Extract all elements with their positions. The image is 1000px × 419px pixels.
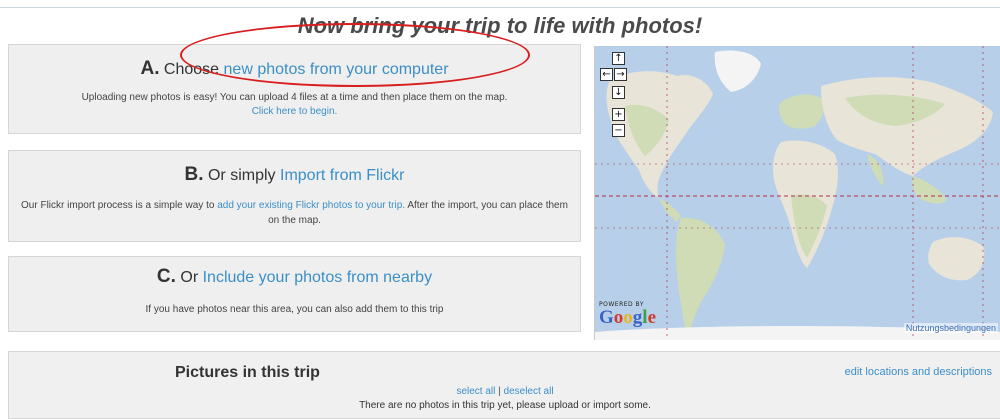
upload-description: Uploading new photos is easy! You can up… <box>9 90 580 119</box>
upload-heading-prefix: Choose <box>163 61 220 78</box>
google-logo: Google <box>599 307 656 328</box>
europe-landmass <box>778 94 824 129</box>
asia-landmass <box>821 77 993 176</box>
world-map[interactable]: ↑ ← → ↓ + − POWERED BY Google Nutzungsbe… <box>594 46 1000 340</box>
flickr-heading: B. Or simply Import from Flickr <box>9 163 580 188</box>
import-from-flickr-link[interactable]: Import from Flickr <box>280 167 404 184</box>
top-divider <box>0 7 1000 8</box>
selection-separator: | <box>498 386 501 397</box>
click-to-begin-link[interactable]: Click here to begin. <box>21 105 568 119</box>
option-letter-a: A. <box>140 58 160 79</box>
zoom-out-button[interactable]: − <box>612 124 625 137</box>
flickr-description: Our Flickr import process is a simple wa… <box>9 198 580 228</box>
south-america-landmass <box>675 217 725 338</box>
zoom-in-button[interactable]: + <box>612 108 625 121</box>
edit-locations-link[interactable]: edit locations and descriptions <box>845 366 992 378</box>
flickr-import-panel: B. Or simply Import from Flickr Our Flic… <box>8 150 581 242</box>
pictures-section: Pictures in this trip edit locations and… <box>8 351 1000 419</box>
option-letter-b: B. <box>184 164 204 185</box>
southeast-asia-landmass <box>912 176 947 204</box>
add-flickr-photos-link[interactable]: add your existing Flickr photos to your … <box>217 200 405 211</box>
nearby-heading: C. Or Include your photos from nearby <box>9 265 580 290</box>
deselect-all-link[interactable]: deselect all <box>504 386 554 397</box>
greenland-landmass <box>714 50 761 92</box>
map-terms-link[interactable]: Nutzungsbedingungen <box>903 323 998 333</box>
upload-heading: A. Choose new photos from your computer <box>9 57 580 82</box>
pictures-title: Pictures in this trip <box>175 364 320 381</box>
pan-down-button[interactable]: ↓ <box>612 86 625 99</box>
india-landmass <box>867 154 884 186</box>
pan-up-button[interactable]: ↑ <box>612 52 625 65</box>
pan-right-button[interactable]: → <box>614 68 627 81</box>
page-title: Now bring your trip to life with photos! <box>297 13 703 38</box>
central-america-landmass <box>659 198 681 222</box>
upload-panel: A. Choose new photos from your computer … <box>8 44 581 134</box>
select-all-link[interactable]: select all <box>456 386 495 397</box>
include-nearby-photos-link[interactable]: Include your photos from nearby <box>203 269 432 286</box>
empty-photos-message: There are no photos in this trip yet, pl… <box>359 400 651 411</box>
map-controls: ↑ ← → ↓ + − <box>600 52 636 152</box>
map-tiles <box>595 46 1000 340</box>
selection-controls: select all | deselect all <box>9 386 1000 397</box>
google-attribution[interactable]: POWERED BY Google <box>599 301 669 333</box>
pan-left-button[interactable]: ← <box>600 68 613 81</box>
nearby-description: If you have photos near this area, you c… <box>145 304 444 315</box>
nearby-heading-prefix: Or <box>180 269 199 286</box>
flickr-heading-prefix: Or simply <box>207 167 276 184</box>
nearby-photos-panel: C. Or Include your photos from nearby If… <box>8 256 581 332</box>
option-letter-c: C. <box>156 266 176 287</box>
upload-from-computer-link[interactable]: new photos from your computer <box>224 61 449 78</box>
australia-landmass <box>928 237 985 281</box>
upload-description-text: Uploading new photos is easy! You can up… <box>81 92 508 103</box>
flickr-description-before: Our Flickr import process is a simple wa… <box>21 200 215 211</box>
